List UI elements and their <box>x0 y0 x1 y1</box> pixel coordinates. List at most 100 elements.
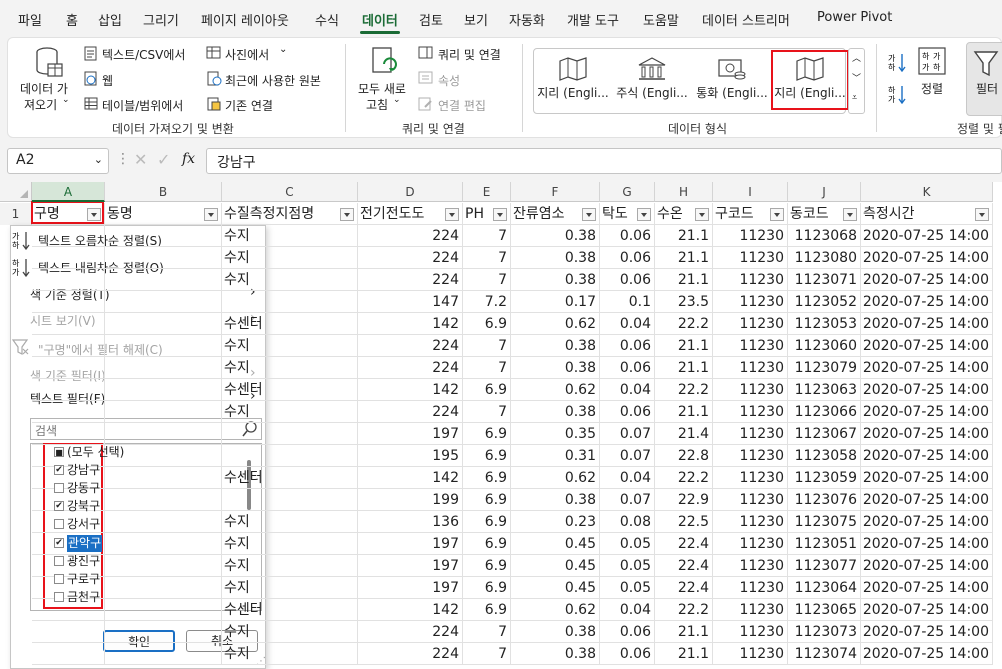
table-cell[interactable]: 197 <box>358 423 463 445</box>
table-cell[interactable]: 197 <box>358 555 463 577</box>
table-cell[interactable]: 0.04 <box>600 313 655 335</box>
tab-data[interactable]: 데이터 <box>362 10 398 29</box>
table-cell[interactable]: 197 <box>358 533 463 555</box>
table-cell[interactable]: 0.06 <box>600 643 655 665</box>
table-cell[interactable] <box>105 357 222 379</box>
filter-checkbox[interactable]: ✔ <box>54 465 64 475</box>
table-cell[interactable]: 수지 <box>222 335 358 357</box>
filter-dropdown-icon[interactable] <box>843 208 857 221</box>
table-cell[interactable]: 0.08 <box>600 511 655 533</box>
column-header-e[interactable]: E <box>463 182 511 202</box>
sort-za-icon[interactable]: 하가 <box>888 84 906 104</box>
table-cell[interactable]: 11230 <box>713 335 788 357</box>
table-cell[interactable]: 7 <box>463 335 511 357</box>
table-cell[interactable]: 142 <box>358 467 463 489</box>
table-cell[interactable] <box>105 489 222 511</box>
tab-page-layout[interactable]: 페이지 레이아웃 <box>201 10 289 29</box>
existing-connections-button[interactable]: 기존 연결 <box>225 97 273 114</box>
queries-connections-button[interactable]: 쿼리 및 연결 <box>438 46 501 63</box>
table-cell[interactable]: 0.1 <box>600 291 655 313</box>
filter-item-label[interactable]: 광진구 <box>67 553 100 570</box>
table-cell[interactable]: 0.06 <box>600 247 655 269</box>
table-cell[interactable] <box>222 445 358 467</box>
table-cell[interactable]: 1123066 <box>788 401 861 423</box>
table-cell[interactable]: 0.38 <box>511 401 600 423</box>
table-cell[interactable]: 0.07 <box>600 489 655 511</box>
filter-checkbox[interactable] <box>54 592 64 602</box>
column-header-d[interactable]: D <box>358 182 463 202</box>
table-cell[interactable]: 1123076 <box>788 489 861 511</box>
tab-review[interactable]: 검토 <box>419 10 443 29</box>
sort-button[interactable]: 정렬 <box>921 80 943 97</box>
table-cell[interactable]: 2020-07-25 14:00 <box>861 511 993 533</box>
table-cell[interactable]: 195 <box>358 445 463 467</box>
column-header-h[interactable]: H <box>655 182 713 202</box>
table-cell[interactable]: 11230 <box>713 533 788 555</box>
filter-checkbox[interactable] <box>54 574 64 584</box>
table-cell[interactable]: 1123052 <box>788 291 861 313</box>
table-cell[interactable]: 11230 <box>713 489 788 511</box>
table-cell[interactable]: 2020-07-25 14:00 <box>861 467 993 489</box>
table-cell[interactable]: 6.9 <box>463 423 511 445</box>
table-cell[interactable]: 21.1 <box>655 269 713 291</box>
table-cell[interactable]: 수지 <box>222 225 358 247</box>
table-cell[interactable]: 6.9 <box>463 445 511 467</box>
table-cell[interactable]: 11230 <box>713 313 788 335</box>
edit-links-button[interactable]: 연결 편집 <box>438 97 486 114</box>
column-header-f[interactable]: F <box>511 182 600 202</box>
table-cell[interactable]: 0.06 <box>600 269 655 291</box>
table-cell[interactable]: 11230 <box>713 643 788 665</box>
table-cell[interactable]: 수지 <box>222 401 358 423</box>
table-cell[interactable]: 2020-07-25 14:00 <box>861 577 993 599</box>
table-cell[interactable]: 11230 <box>713 599 788 621</box>
table-cell[interactable]: 0.06 <box>600 225 655 247</box>
table-cell[interactable]: 2020-07-25 14:00 <box>861 247 993 269</box>
table-cell[interactable]: 2020-07-25 14:00 <box>861 599 993 621</box>
recent-sources-button[interactable]: 최근에 사용한 원본 <box>225 72 321 89</box>
table-cell[interactable]: 2020-07-25 14:00 <box>861 533 993 555</box>
table-cell[interactable]: 수지 <box>222 533 358 555</box>
table-cell[interactable]: 11230 <box>713 379 788 401</box>
table-cell[interactable]: 224 <box>358 269 463 291</box>
table-cell[interactable]: 0.35 <box>511 423 600 445</box>
table-cell[interactable] <box>105 621 222 643</box>
filter-item-label[interactable]: 금천구 <box>67 589 100 606</box>
table-cell[interactable]: 0.06 <box>600 357 655 379</box>
table-cell[interactable]: 0.38 <box>511 489 600 511</box>
table-cell[interactable] <box>222 489 358 511</box>
table-cell[interactable]: 6.9 <box>463 313 511 335</box>
table-cell[interactable]: 0.62 <box>511 599 600 621</box>
select-all-corner[interactable] <box>0 182 32 202</box>
table-cell[interactable]: 수지 <box>222 621 358 643</box>
filter-checkbox[interactable]: ■ <box>54 447 64 457</box>
data-type-stocks[interactable]: 주식 (Engli... <box>614 56 690 110</box>
table-cell[interactable]: 11230 <box>713 269 788 291</box>
table-cell[interactable]: 1123051 <box>788 533 861 555</box>
table-cell[interactable]: 11230 <box>713 467 788 489</box>
table-cell[interactable]: 21.1 <box>655 225 713 247</box>
table-cell[interactable]: 224 <box>358 247 463 269</box>
table-cell[interactable]: 1123068 <box>788 225 861 247</box>
table-cell[interactable]: 1123080 <box>788 247 861 269</box>
column-header-a[interactable]: A <box>32 182 105 202</box>
table-cell[interactable]: 수지 <box>222 577 358 599</box>
tab-help[interactable]: 도움말 <box>643 10 679 29</box>
table-cell[interactable]: 224 <box>358 357 463 379</box>
data-type-geography[interactable]: 지리 (Engli... <box>537 56 609 110</box>
table-cell[interactable]: 1123063 <box>788 379 861 401</box>
table-cell[interactable]: 11230 <box>713 621 788 643</box>
chevron-up-icon[interactable]: ︿ <box>852 51 861 64</box>
table-cell[interactable]: 224 <box>358 335 463 357</box>
table-cell[interactable]: 2020-07-25 14:00 <box>861 291 993 313</box>
table-cell[interactable]: 11230 <box>713 247 788 269</box>
table-cell[interactable]: 1123058 <box>788 445 861 467</box>
filter-checkbox[interactable] <box>54 519 64 529</box>
chevron-down-icon[interactable]: ⌄ <box>94 153 103 166</box>
tab-developer[interactable]: 개발 도구 <box>567 10 619 29</box>
table-cell[interactable] <box>105 379 222 401</box>
table-cell[interactable]: 2020-07-25 14:00 <box>861 643 993 665</box>
table-cell[interactable]: 0.38 <box>511 357 600 379</box>
table-cell[interactable]: 147 <box>358 291 463 313</box>
table-cell[interactable]: 23.5 <box>655 291 713 313</box>
table-cell[interactable]: 0.06 <box>600 621 655 643</box>
